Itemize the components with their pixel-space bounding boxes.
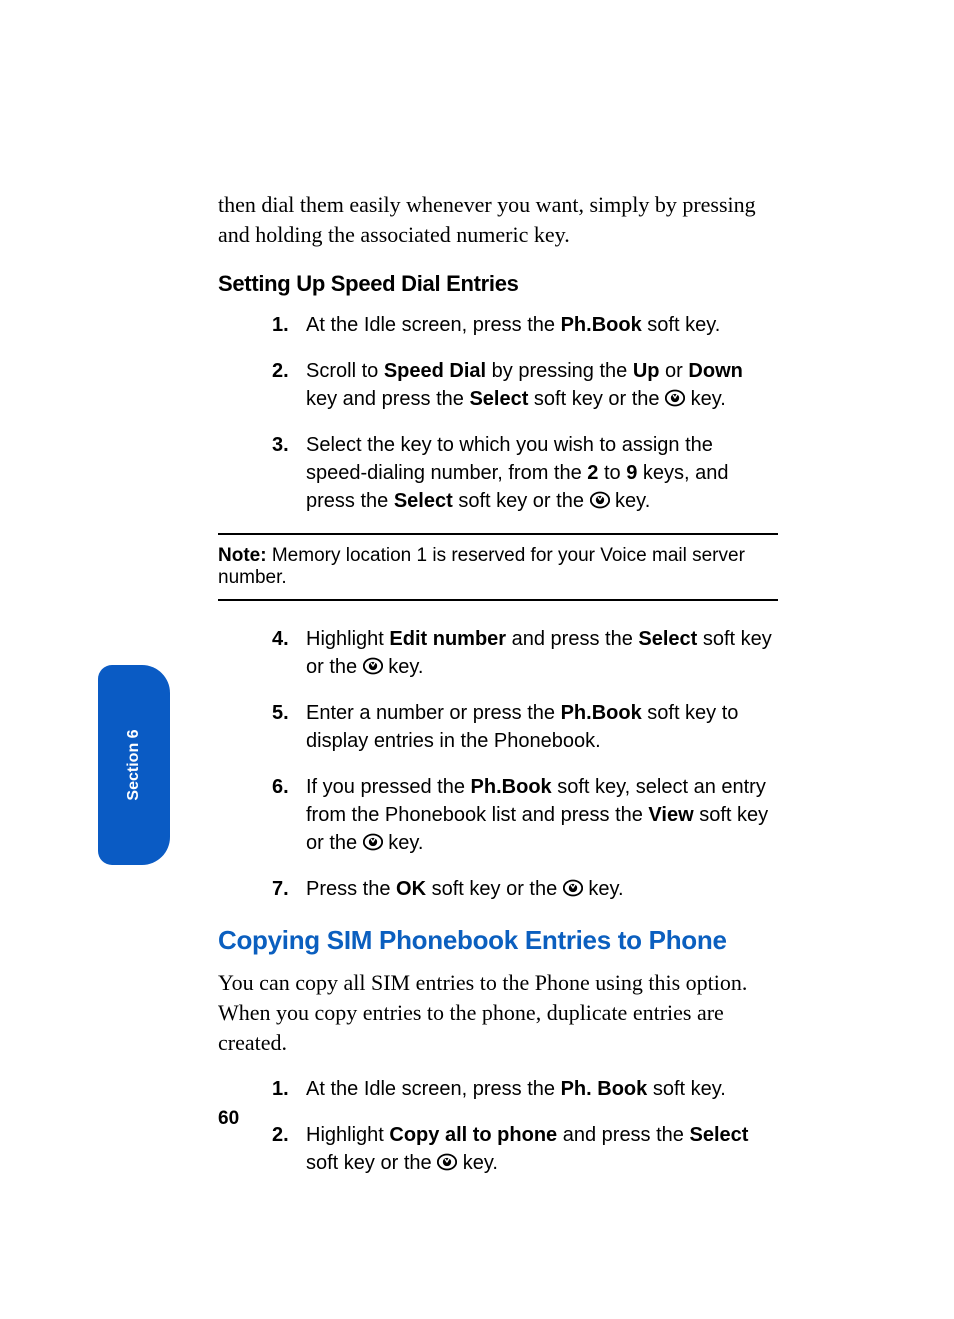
step-text: by pressing the (486, 360, 633, 382)
subheading-speed-dial: Setting Up Speed Dial Entries (218, 271, 778, 297)
bold-term: Speed Dial (384, 360, 486, 382)
step-number: 4. (272, 625, 289, 653)
ok-key-icon (363, 656, 383, 676)
step-text: At the Idle screen, press the (306, 1078, 561, 1100)
step-text: Enter a number or press the (306, 702, 561, 724)
page-content: then dial them easily whenever you want,… (218, 190, 778, 1195)
bold-term: 9 (626, 462, 637, 484)
bold-term: View (648, 804, 693, 826)
note-label: Note: (218, 545, 267, 566)
step-text: key. (383, 656, 424, 678)
step-text: key. (610, 490, 651, 512)
step-text: and press the (557, 1124, 689, 1146)
manual-page: Section 6 then dial them easily whenever… (0, 0, 954, 1319)
step-text: Highlight (306, 628, 389, 650)
ok-key-icon (437, 1152, 457, 1172)
bold-term: Up (633, 360, 660, 382)
list-item: 2.Scroll to Speed Dial by pressing the U… (278, 357, 778, 413)
bold-term: Copy all to phone (389, 1124, 557, 1146)
intro-paragraph: then dial them easily whenever you want,… (218, 190, 778, 249)
step-text: soft key. (647, 1078, 726, 1100)
step-number: 3. (272, 431, 289, 459)
note-block: Note: Memory location 1 is reserved for … (218, 533, 778, 601)
bold-term: Select (638, 628, 697, 650)
bold-term: Edit number (389, 628, 506, 650)
step-number: 1. (272, 311, 289, 339)
bold-term: Select (394, 490, 453, 512)
step-number: 5. (272, 699, 289, 727)
bold-term: Ph. Book (561, 1078, 648, 1100)
step-text: key. (685, 388, 726, 410)
page-number: 60 (218, 1108, 239, 1130)
step-number: 2. (272, 357, 289, 385)
section-tab: Section 6 (98, 665, 170, 865)
list-item: 5.Enter a number or press the Ph.Book so… (278, 699, 778, 755)
list-item: 7.Press the OK soft key or the key. (278, 875, 778, 903)
step-number: 6. (272, 773, 289, 801)
step-text: soft key or the (528, 388, 665, 410)
step-number: 2. (272, 1121, 289, 1149)
step-text: soft key. (642, 314, 721, 336)
note-text: Memory location 1 is reserved for your V… (218, 545, 745, 588)
steps-list-a1: 1.At the Idle screen, press the Ph.Book … (218, 311, 778, 515)
bold-term: Select (689, 1124, 748, 1146)
step-text: Press the (306, 878, 396, 900)
list-item: 2.Highlight Copy all to phone and press … (278, 1121, 778, 1177)
steps-list-b: 1. At the Idle screen, press the Ph. Book… (218, 1075, 778, 1177)
list-item: 3.Select the key to which you wish to as… (278, 431, 778, 515)
bold-term: Ph.Book (471, 776, 552, 798)
step-text: Highlight (306, 1124, 389, 1146)
ok-key-icon (563, 878, 583, 898)
list-item: 6.If you pressed the Ph.Book soft key, s… (278, 773, 778, 857)
ok-key-icon (363, 832, 383, 852)
step-text: key and press the (306, 388, 469, 410)
step-text: or (660, 360, 689, 382)
step-text: soft key or the (453, 490, 590, 512)
step-text: At the Idle screen, press the (306, 314, 561, 336)
step-text: soft key or the (306, 1152, 437, 1174)
step-text: key. (383, 832, 424, 854)
list-item: 1.At the Idle screen, press the Ph. Book… (278, 1075, 778, 1103)
step-text: soft key or the (426, 878, 563, 900)
bold-term: Select (469, 388, 528, 410)
step-text: and press the (506, 628, 638, 650)
section-b-intro: You can copy all SIM entries to the Phon… (218, 968, 778, 1057)
list-item: 1.At the Idle screen, press the Ph.Book … (278, 311, 778, 339)
bold-term: Down (688, 360, 742, 382)
bold-term: OK (396, 878, 426, 900)
bold-term: 2 (587, 462, 598, 484)
step-number: 7. (272, 875, 289, 903)
bold-term: Ph.Book (561, 314, 642, 336)
section-tab-label: Section 6 (125, 729, 143, 800)
step-text: Scroll to (306, 360, 384, 382)
step-number: 1. (272, 1075, 289, 1103)
steps-list-a2: 4. Highlight Edit number and press the Se… (218, 625, 778, 903)
step-text: If you pressed the (306, 776, 471, 798)
step-text: key. (583, 878, 624, 900)
list-item: 4.Highlight Edit number and press the Se… (278, 625, 778, 681)
heading-copying-sim: Copying SIM Phonebook Entries to Phone (218, 925, 778, 956)
bold-term: Ph.Book (561, 702, 642, 724)
ok-key-icon (665, 388, 685, 408)
step-text: to (598, 462, 626, 484)
ok-key-icon (590, 490, 610, 510)
step-text: key. (457, 1152, 498, 1174)
